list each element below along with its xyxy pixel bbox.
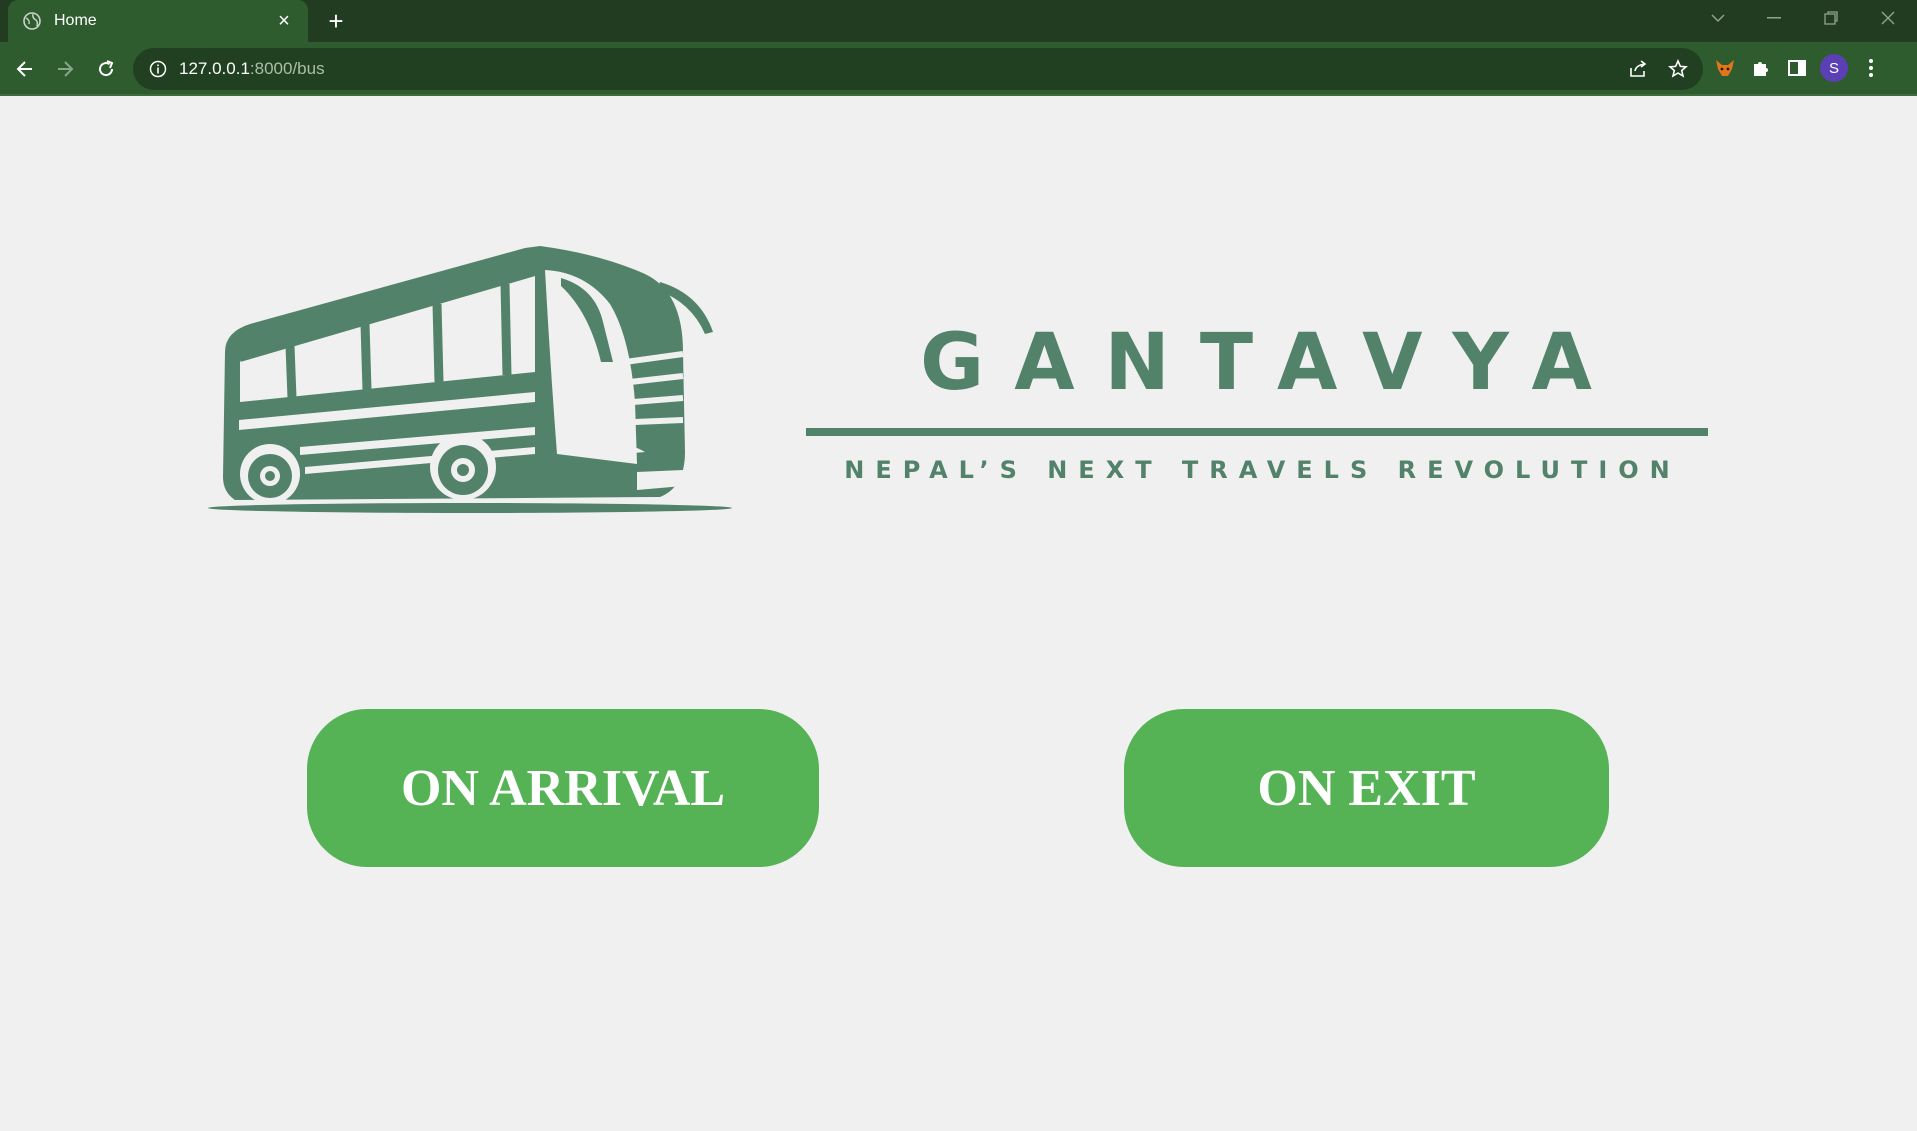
browser-toolbar: 127.0.0.1:8000/bus S: [0, 42, 1917, 96]
tab-title: Home: [54, 12, 97, 29]
brand-divider: [806, 428, 1708, 436]
menu-dots-icon[interactable]: [1858, 55, 1884, 81]
reload-icon[interactable]: [91, 54, 121, 84]
on-arrival-button[interactable]: ON ARRIVAL: [307, 709, 819, 867]
globe-icon: [22, 11, 42, 31]
info-icon[interactable]: [147, 58, 169, 80]
brand-tagline: NEPAL’S NEXT TRAVELS REVOLUTION: [844, 456, 1681, 484]
forward-icon[interactable]: [50, 54, 80, 84]
fox-extension-icon[interactable]: [1712, 55, 1738, 81]
close-tab-icon[interactable]: ×: [272, 9, 296, 33]
address-bar[interactable]: 127.0.0.1:8000/bus: [133, 48, 1703, 90]
star-icon[interactable]: [1665, 56, 1691, 82]
minimize-icon[interactable]: [1746, 0, 1802, 36]
url-host: 127.0.0.1: [179, 59, 250, 78]
side-panel-icon[interactable]: [1784, 55, 1810, 81]
close-window-icon[interactable]: [1860, 0, 1916, 36]
puzzle-icon[interactable]: [1748, 55, 1774, 81]
tab-home[interactable]: Home ×: [8, 0, 308, 42]
bus-logo-icon: [208, 246, 732, 513]
back-icon[interactable]: [10, 54, 40, 84]
share-icon[interactable]: [1625, 56, 1651, 82]
brand-title: GANTAVYA: [920, 318, 1622, 408]
url-text: 127.0.0.1:8000/bus: [179, 59, 325, 79]
restore-icon[interactable]: [1803, 0, 1859, 36]
profile-avatar[interactable]: S: [1820, 54, 1848, 82]
on-exit-button[interactable]: ON EXIT: [1124, 709, 1609, 867]
url-path: :8000/bus: [249, 59, 325, 78]
tab-search-icon[interactable]: [1690, 0, 1746, 36]
new-tab-button[interactable]: +: [322, 7, 350, 35]
tab-strip: Home × +: [0, 0, 1917, 42]
